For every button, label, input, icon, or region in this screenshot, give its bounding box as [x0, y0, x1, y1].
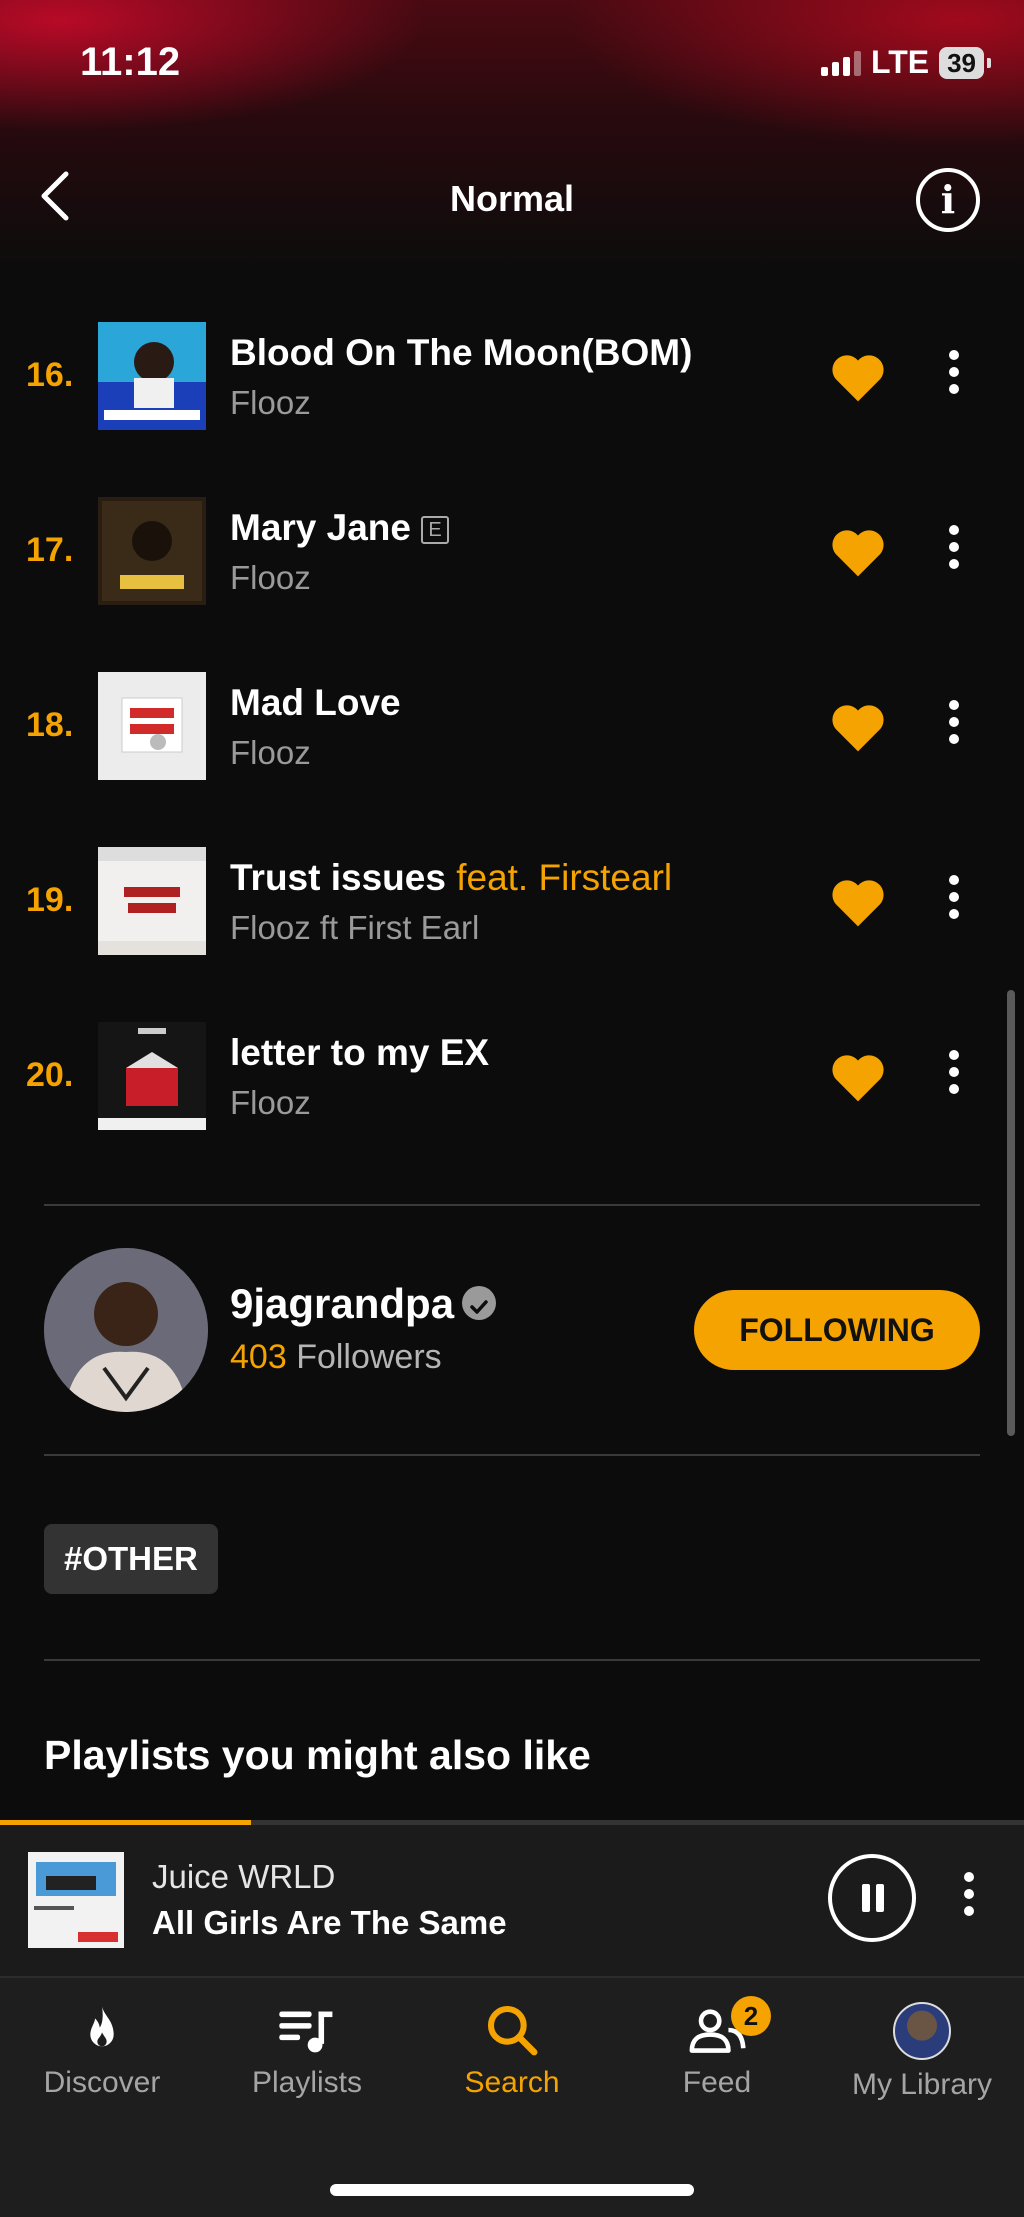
more-options-icon[interactable] [944, 875, 964, 931]
track-artist: Flooz [230, 734, 311, 771]
genre-tag[interactable]: #OTHER [44, 1524, 218, 1594]
heart-icon[interactable] [830, 527, 886, 579]
track-title: letter to my EX [230, 1032, 490, 1073]
track-title: Mary Jane E [230, 507, 449, 549]
followers-count: 403 Followers [230, 1338, 442, 1376]
track-row[interactable]: 20. letter to my EX Flooz [0, 1022, 1024, 1132]
tab-discover[interactable]: Discover [0, 2002, 204, 2122]
heart-icon[interactable] [830, 702, 886, 754]
divider [44, 1659, 980, 1661]
track-artist: Flooz [230, 384, 311, 421]
artist-avatar[interactable] [44, 1248, 208, 1412]
playback-progress-fill [0, 1820, 251, 1825]
notification-badge: 2 [731, 1996, 771, 2036]
playback-progress[interactable] [0, 1820, 1024, 1825]
track-number: 16. [26, 356, 74, 394]
now-playing-artist: Juice WRLD [152, 1858, 336, 1895]
track-number: 18. [26, 706, 74, 744]
tab-label: Discover [43, 2066, 161, 2099]
track-row[interactable]: 17. Mary Jane E Flooz [0, 497, 1024, 607]
track-title: Blood On The Moon(BOM) [230, 332, 693, 373]
playlist-icon [279, 2011, 333, 2053]
page-title: Normal [449, 178, 575, 219]
signal-icon [821, 50, 862, 76]
tab-my-library[interactable]: My Library [820, 2002, 1024, 2122]
track-cover [98, 1022, 206, 1130]
mini-player[interactable]: Juice WRLD All Girls Are The Same [0, 1820, 1024, 1976]
track-artist: Flooz [230, 1084, 311, 1121]
home-indicator [330, 2184, 694, 2196]
track-title: Trust issues feat. Firstearl [230, 857, 673, 898]
track-row[interactable]: 19. Trust issues feat. Firstearl Flooz f… [0, 847, 1024, 957]
more-options-icon[interactable] [944, 525, 964, 581]
more-options-icon[interactable] [959, 1872, 979, 1928]
tab-search[interactable]: Search [410, 2002, 614, 2122]
following-button[interactable]: FOLLOWING [694, 1290, 980, 1370]
track-row[interactable]: 18. Mad Love Flooz [0, 672, 1024, 782]
more-options-icon[interactable] [944, 350, 964, 406]
now-playing-title: All Girls Are The Same [152, 1904, 507, 1941]
more-options-icon[interactable] [944, 700, 964, 756]
status-icons: LTE 39 [821, 44, 991, 81]
tab-label: Feed [682, 2066, 752, 2099]
track-number: 20. [26, 1056, 74, 1094]
section-title: Playlists you might also like [44, 1732, 591, 1778]
search-icon [487, 2005, 538, 2056]
heart-icon[interactable] [830, 1052, 886, 1104]
flame-icon [90, 2006, 114, 2047]
tab-bar: Discover Playlists Search 2 Feed My Libr… [0, 1976, 1024, 2217]
track-cover [98, 322, 206, 430]
track-artist: Flooz ft First Earl [230, 909, 480, 946]
more-options-icon[interactable] [944, 1050, 964, 1106]
featured-artist: feat. Firstearl [456, 857, 673, 898]
track-title: Mad Love [230, 682, 401, 723]
network-label: LTE [871, 44, 930, 80]
header: 11:12 LTE 39 Normal i [0, 0, 1024, 270]
track-cover [98, 497, 206, 605]
track-artist: Flooz [230, 559, 311, 596]
divider [44, 1204, 980, 1206]
tab-playlists[interactable]: Playlists [205, 2002, 409, 2122]
track-row[interactable]: 16. Blood On The Moon(BOM) Flooz [0, 322, 1024, 432]
verified-icon [462, 1285, 497, 1320]
now-playing-cover[interactable] [28, 1852, 124, 1948]
track-cover [98, 847, 206, 955]
tab-label: Playlists [251, 2066, 363, 2099]
tab-label: My Library [851, 2068, 993, 2101]
explicit-badge: E [421, 516, 449, 545]
divider [44, 1454, 980, 1456]
pause-button[interactable] [828, 1854, 916, 1942]
battery-icon: 39 [939, 46, 991, 79]
status-time: 11:12 [80, 40, 181, 84]
tab-label: Search [464, 2066, 560, 2099]
heart-icon[interactable] [830, 352, 886, 404]
info-button[interactable]: i [916, 168, 980, 232]
track-number: 17. [26, 531, 74, 569]
artist-name[interactable]: 9jagrandpa [230, 1280, 497, 1328]
track-cover [98, 672, 206, 780]
avatar-icon [893, 2002, 951, 2060]
tab-feed[interactable]: 2 Feed [615, 1996, 819, 2122]
heart-icon[interactable] [830, 877, 886, 929]
track-number: 19. [26, 881, 74, 919]
scrollbar[interactable] [1007, 990, 1015, 1436]
